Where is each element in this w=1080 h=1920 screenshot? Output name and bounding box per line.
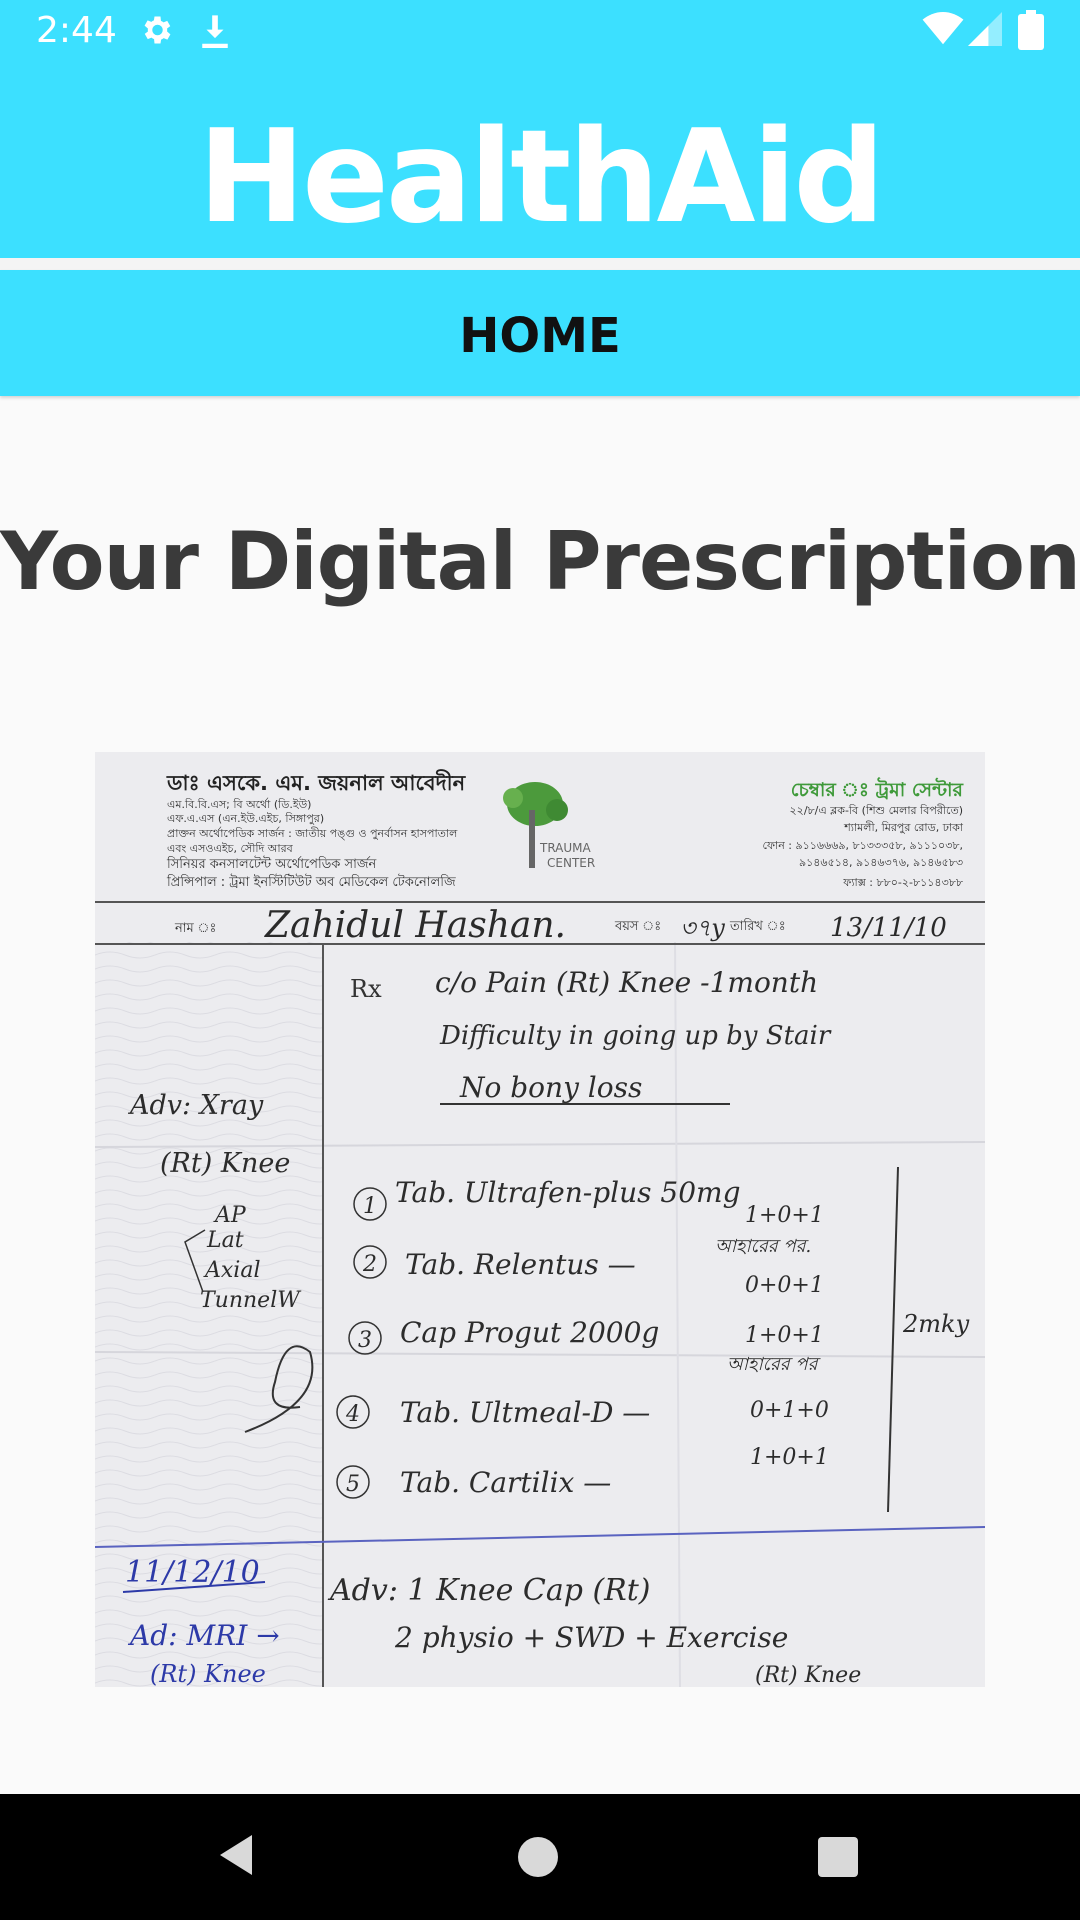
medicine-number: 3 bbox=[358, 1328, 372, 1353]
followup-advice: Adv: 1 Knee Cap (Rt) bbox=[327, 1573, 651, 1608]
recents-icon[interactable] bbox=[816, 1835, 860, 1879]
advice-text: Axial bbox=[203, 1258, 260, 1283]
advice-text: TunnelW bbox=[200, 1288, 302, 1313]
complaint-line: No bony loss bbox=[459, 1071, 642, 1104]
advice-text: Adv: Xray bbox=[127, 1090, 264, 1121]
medicine-dose: 1+0+1 bbox=[745, 1203, 824, 1228]
doctor-detail: প্রিন্সিপাল : ট্রমা ইনস্টিটিউট অব মেডিকে… bbox=[166, 874, 456, 890]
app-title: HealthAid bbox=[197, 103, 885, 252]
medicine-name: Tab. Cartilix — bbox=[400, 1466, 611, 1499]
download-icon bbox=[202, 15, 228, 48]
medicine-name: Tab. Relentus — bbox=[405, 1248, 636, 1281]
prescription-image: ডাঃ এসকে. এম. জয়নাল আবেদীন এম.বি.বি.এস;… bbox=[95, 752, 985, 1687]
tab-home[interactable]: HOME bbox=[0, 308, 1080, 364]
home-icon[interactable] bbox=[516, 1835, 560, 1879]
battery-icon bbox=[1018, 10, 1044, 50]
complaint-line: Difficulty in going up by Stair bbox=[439, 1021, 832, 1051]
wifi-icon bbox=[922, 12, 964, 45]
name-label: নাম ঃ bbox=[174, 921, 216, 936]
medicine-number: 4 bbox=[345, 1402, 360, 1427]
chamber-detail: ফ্যাক্স : ৮৮০-২-৮১১৪৩৮৮ bbox=[842, 876, 963, 889]
medicine-name: Cap Progut 2000g bbox=[400, 1316, 659, 1349]
followup-text: Ad: MRI → bbox=[127, 1619, 280, 1652]
chamber-detail: ২২/৮/এ ব্লক-বি (শিশু মেলার বিপরীতে) bbox=[790, 804, 963, 817]
followup-advice: 2 physio + SWD + Exercise bbox=[394, 1621, 788, 1654]
logo-text: TRAUMA bbox=[539, 841, 592, 855]
settings-icon bbox=[144, 16, 171, 44]
status-bar: 2:44 bbox=[0, 0, 1080, 63]
followup-advice: (Rt) Knee bbox=[755, 1663, 861, 1687]
doctor-detail: সিনিয়র কনসালটেন্ট অর্থোপেডিক সার্জন bbox=[166, 856, 377, 872]
page-title: Your Digital Prescription bbox=[0, 515, 1080, 608]
followup-text: (Rt) Knee bbox=[150, 1660, 266, 1687]
advice-text: (Rt) Knee bbox=[160, 1148, 290, 1179]
date-label: তারিখ ঃ bbox=[729, 918, 786, 934]
doctor-detail: প্রাক্তন অর্থোপেডিক সার্জন : জাতীয় পঙ্গ… bbox=[167, 827, 458, 840]
age-label: বয়স ঃ bbox=[614, 919, 661, 934]
medicine-number: 5 bbox=[346, 1472, 360, 1497]
medicine-note: আহারের পর. bbox=[715, 1236, 811, 1257]
medicine-dose: 0+1+0 bbox=[750, 1398, 829, 1423]
medicine-note: আহারের পর bbox=[727, 1354, 822, 1375]
advice-text: Lat bbox=[206, 1228, 244, 1253]
prescription-date: 13/11/10 bbox=[830, 913, 947, 943]
medicine-name: Tab. Ultmeal-D — bbox=[400, 1396, 650, 1429]
logo-text: CENTER bbox=[547, 856, 595, 870]
signal-icon bbox=[968, 12, 1002, 46]
rx-symbol: Rx bbox=[350, 975, 382, 1003]
app-bar: HealthAid bbox=[0, 63, 1080, 258]
medicine-dose: 1+0+1 bbox=[745, 1323, 824, 1348]
chamber-detail: ৯১৪৬৫১৪, ৯১৪৬৩৭৬, ৯১৪৬৫৮৩ bbox=[799, 856, 963, 869]
complaint-line: c/o Pain (Rt) Knee -1month bbox=[435, 966, 818, 999]
header-divider bbox=[0, 258, 1080, 270]
medicine-number: 2 bbox=[362, 1252, 377, 1277]
patient-name: Zahidul Hashan. bbox=[264, 905, 566, 946]
chamber-detail: শ্যামলী, মিরপুর রোড, ঢাকা bbox=[843, 821, 964, 834]
doctor-detail: এবং এসওএইচ, সৌদি আরব bbox=[167, 842, 294, 855]
medicine-number: 1 bbox=[363, 1194, 377, 1219]
navigation-bar bbox=[0, 1794, 1080, 1920]
doctor-name: ডাঃ এসকে. এম. জয়নাল আবেদীন bbox=[166, 769, 467, 795]
duration: 2mky bbox=[902, 1310, 970, 1338]
doctor-detail: এম.বি.বি.এস; বি অর্থো (ডি.ইউ) bbox=[167, 798, 311, 811]
doctor-detail: এফ.এ.এস (এন.ইউ.এইচ, সিঙ্গাপুর) bbox=[167, 812, 324, 825]
chamber-title: চেম্বার ঃ ট্রমা সেন্টার bbox=[791, 777, 965, 801]
patient-age: ৩৭y bbox=[680, 914, 725, 942]
chamber-detail: ফোন : ৯১১৬৬৬৯, ৮১৩৩৩৫৮, ৯১১১০৩৮, bbox=[763, 839, 963, 852]
medicine-name: Tab. Ultrafen-plus 50mg bbox=[395, 1176, 741, 1209]
tab-bar: HOME bbox=[0, 270, 1080, 396]
medicine-dose: 0+0+1 bbox=[745, 1273, 824, 1298]
status-time: 2:44 bbox=[36, 10, 117, 51]
advice-text: AP bbox=[213, 1203, 247, 1228]
medicine-dose: 1+0+1 bbox=[750, 1445, 829, 1470]
back-icon[interactable] bbox=[216, 1831, 256, 1879]
